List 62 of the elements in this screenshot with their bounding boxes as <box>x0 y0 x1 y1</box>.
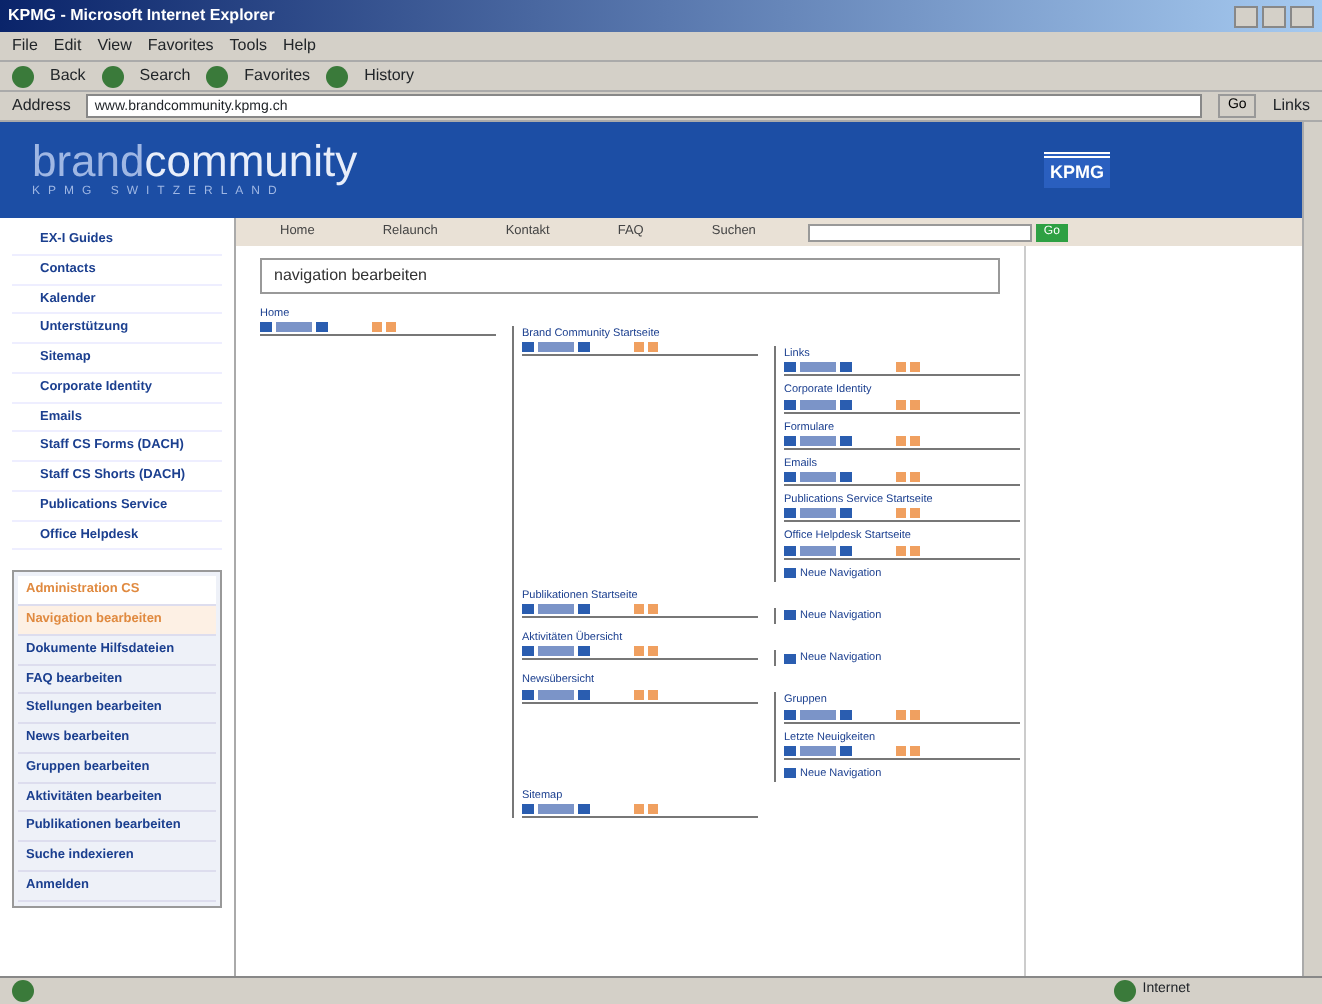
toolbar-icon[interactable] <box>12 65 34 87</box>
company-logo: KPMG <box>1044 151 1110 189</box>
square-icon[interactable] <box>896 709 906 719</box>
bar-icon[interactable] <box>538 804 574 815</box>
toolbar-button[interactable]: Search <box>139 64 191 88</box>
globe-icon <box>1114 980 1137 1002</box>
bar-icon[interactable] <box>538 342 574 353</box>
square-icon[interactable] <box>896 508 906 519</box>
maximize-button[interactable] <box>1262 5 1286 27</box>
close-button[interactable] <box>1290 5 1314 27</box>
bar-icon[interactable] <box>276 322 312 333</box>
square-icon[interactable] <box>648 804 658 815</box>
square-icon[interactable] <box>634 804 644 815</box>
square-icon[interactable] <box>372 322 382 333</box>
page-title: navigation bearbeiten <box>260 258 1000 294</box>
square-icon[interactable] <box>910 508 920 519</box>
menu-item[interactable]: File <box>12 34 38 58</box>
bar-icon[interactable] <box>800 709 836 719</box>
square-icon[interactable] <box>648 342 658 353</box>
toolbar-icon[interactable] <box>206 65 229 87</box>
square-icon[interactable] <box>896 745 906 756</box>
menu-item[interactable]: View <box>97 34 132 58</box>
bar-icon[interactable] <box>800 399 836 409</box>
bar-icon[interactable] <box>800 435 836 446</box>
square-icon[interactable] <box>896 435 906 446</box>
links-button[interactable]: Links <box>1272 94 1310 118</box>
scrollbar[interactable] <box>1302 122 1322 976</box>
toolbar-icon[interactable] <box>101 65 124 87</box>
square-icon[interactable] <box>896 545 906 555</box>
brand-logo: brandcommunity <box>32 139 358 183</box>
menu-item[interactable]: Help <box>282 34 316 58</box>
square-icon[interactable] <box>910 709 920 719</box>
square-icon[interactable] <box>634 646 644 657</box>
address-label: Address <box>12 94 71 118</box>
square-icon[interactable] <box>910 745 920 756</box>
toolbar-icon[interactable] <box>326 65 349 87</box>
square-icon[interactable] <box>896 362 906 373</box>
square-icon[interactable] <box>910 545 920 555</box>
square-icon[interactable] <box>634 342 644 353</box>
square-icon[interactable] <box>634 689 644 699</box>
search-field[interactable] <box>807 223 1032 241</box>
menu-item[interactable]: Edit <box>53 34 82 58</box>
bar-icon[interactable] <box>800 508 836 519</box>
minimize-button[interactable] <box>1234 5 1258 27</box>
square-icon[interactable] <box>648 689 658 699</box>
square-icon[interactable] <box>648 646 658 657</box>
bar-icon[interactable] <box>800 545 836 555</box>
square-icon[interactable] <box>910 435 920 446</box>
toolbar-button[interactable]: Back <box>50 64 86 88</box>
bar-icon[interactable] <box>538 689 574 699</box>
square-icon[interactable] <box>386 322 396 333</box>
square-icon[interactable] <box>896 399 906 409</box>
square-icon[interactable] <box>910 362 920 373</box>
toolbar-button[interactable]: Favorites <box>244 64 311 88</box>
bar-icon[interactable] <box>538 646 574 657</box>
menu-item[interactable]: Tools <box>229 34 267 58</box>
bar-icon[interactable] <box>800 362 836 373</box>
bar-icon[interactable] <box>800 745 836 756</box>
menu-item[interactable]: Favorites <box>147 34 214 58</box>
square-icon[interactable] <box>910 399 920 409</box>
window-title: KPMG - Microsoft Internet Explorer <box>8 4 275 28</box>
toolbar-button[interactable]: History <box>364 64 414 88</box>
